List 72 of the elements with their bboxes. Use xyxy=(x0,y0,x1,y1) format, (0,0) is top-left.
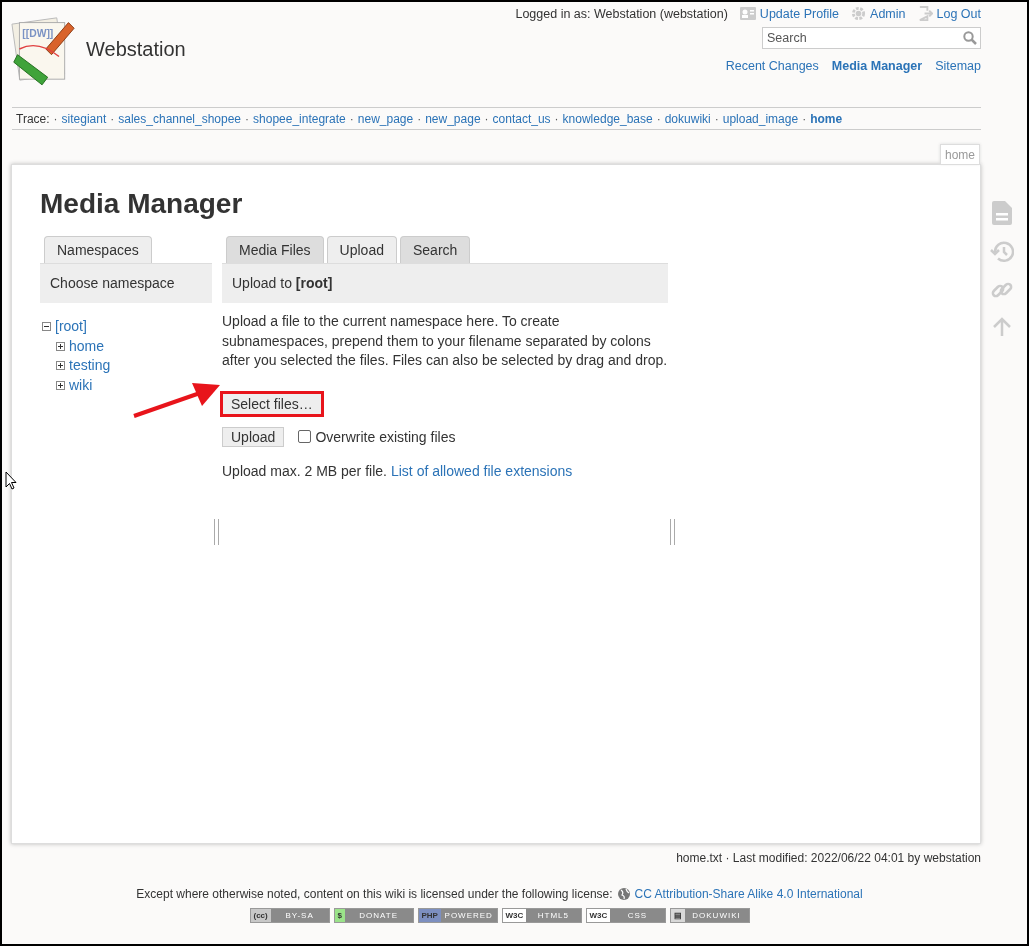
back-to-top-icon[interactable] xyxy=(992,317,1012,337)
badge-link[interactable]: ▤ DOKUWIKI xyxy=(669,908,750,923)
panel-header: Upload to [root] xyxy=(222,263,668,303)
document-info: home.txt · Last modified: 2022/06/22 04:01 by webstation xyxy=(675,851,981,865)
badge-link[interactable]: PHP POWERED xyxy=(417,908,498,923)
search-field[interactable]: Search xyxy=(762,27,981,49)
namespace-link[interactable]: [root] xyxy=(55,317,87,337)
site-tool-link[interactable]: Sitemap xyxy=(935,59,981,73)
select-files-button[interactable]: Select files… xyxy=(222,392,322,415)
site-tool-link[interactable]: Media Manager xyxy=(831,59,923,73)
breadcrumb-separator: · xyxy=(349,111,354,126)
breadcrumb-separator: · xyxy=(484,111,489,126)
media-tab[interactable]: Upload xyxy=(326,236,397,263)
breadcrumb-separator: · xyxy=(53,111,58,126)
globe-icon xyxy=(617,888,630,900)
breadcrumb-separator: · xyxy=(554,111,559,126)
breadcrumb-link[interactable]: new_page xyxy=(425,111,481,126)
expand-toggle-icon[interactable] xyxy=(56,341,65,351)
resize-handle[interactable] xyxy=(214,518,219,545)
badge-link[interactable]: W3C CSS xyxy=(585,908,666,923)
namespace-link[interactable]: home xyxy=(69,336,105,356)
breadcrumb-separator: · xyxy=(245,111,250,126)
breadcrumb-separator: · xyxy=(714,111,719,126)
namespace-link[interactable]: testing xyxy=(69,356,111,376)
breadcrumb-link[interactable]: contact_us xyxy=(492,111,551,126)
breadcrumb-link[interactable]: sales_channel_shopee xyxy=(118,111,242,126)
breadcrumb-link[interactable]: upload_image xyxy=(722,111,799,126)
breadcrumb-link[interactable]: shopee_integrate xyxy=(253,111,346,126)
license-link[interactable]: CC Attribution-Share Alike 4.0 International xyxy=(634,887,863,901)
checkbox-label[interactable]: Overwrite existing files xyxy=(315,428,456,445)
breadcrumb-link[interactable]: new_page xyxy=(357,111,414,126)
resize-handle[interactable] xyxy=(670,518,675,545)
breadcrumb-separator: · xyxy=(417,111,422,126)
document-icon[interactable] xyxy=(992,201,1012,225)
history-icon[interactable] xyxy=(990,241,1014,263)
profile-card-icon[interactable] xyxy=(739,7,756,20)
site-tool-link[interactable]: Recent Changes xyxy=(725,59,819,73)
breadcrumb-link[interactable]: home xyxy=(810,111,843,126)
badge-link[interactable]: (cc) BY-SA xyxy=(249,908,330,923)
user-tool-link[interactable]: Update Profile xyxy=(739,6,840,21)
media-tab[interactable]: Search xyxy=(399,236,471,263)
user-tool-link[interactable]: Admin xyxy=(851,6,906,21)
extensions-link[interactable]: List of allowed file extensions xyxy=(390,462,573,479)
page-title: Media Manager xyxy=(40,188,244,220)
overwrite-checkbox[interactable] xyxy=(298,430,312,443)
trace-label: Trace: xyxy=(16,111,50,126)
namespaces-tab[interactable]: Namespaces xyxy=(44,236,152,263)
upload-button[interactable]: Upload xyxy=(222,426,285,447)
gear-icon[interactable] xyxy=(851,6,867,21)
license-text: Except where otherwise noted, content on this wiki is licensed under the following license: xyxy=(136,887,613,901)
user-tool-link[interactable]: Log Out xyxy=(917,6,981,21)
page-tab[interactable]: home xyxy=(939,144,980,164)
site-title[interactable]: Webstation xyxy=(86,37,186,61)
media-tab[interactable]: Media Files xyxy=(226,236,324,263)
breadcrumb-link[interactable]: knowledge_base xyxy=(562,111,653,126)
badge-link[interactable]: W3C HTML5 xyxy=(501,908,582,923)
badge-link[interactable]: $ DONATE xyxy=(333,908,414,923)
breadcrumb-link[interactable]: dokuwiki xyxy=(664,111,711,126)
search-icon[interactable] xyxy=(963,31,977,45)
panel-header: Choose namespace xyxy=(40,263,212,303)
upload-limit-text: Upload max. 2 MB per file. xyxy=(222,462,387,479)
upload-instructions: Upload a file to the current namespace here. To create subnamespaces, prepend them to your filename separated by colons after you selected the files. Files can also be selected by drag and drop. xyxy=(222,312,668,370)
breadcrumb-link[interactable]: sitegiant xyxy=(61,111,107,126)
breadcrumb-separator: · xyxy=(656,111,661,126)
user-info: Logged in as: Webstation (webstation) xyxy=(515,6,728,21)
namespace-link[interactable]: wiki xyxy=(69,375,93,395)
breadcrumb-separator: · xyxy=(110,111,115,126)
collapse-toggle-icon[interactable] xyxy=(42,322,51,332)
logout-icon[interactable] xyxy=(917,6,933,21)
expand-toggle-icon[interactable] xyxy=(56,361,65,371)
breadcrumb-separator: · xyxy=(802,111,807,126)
expand-toggle-icon[interactable] xyxy=(56,380,65,390)
